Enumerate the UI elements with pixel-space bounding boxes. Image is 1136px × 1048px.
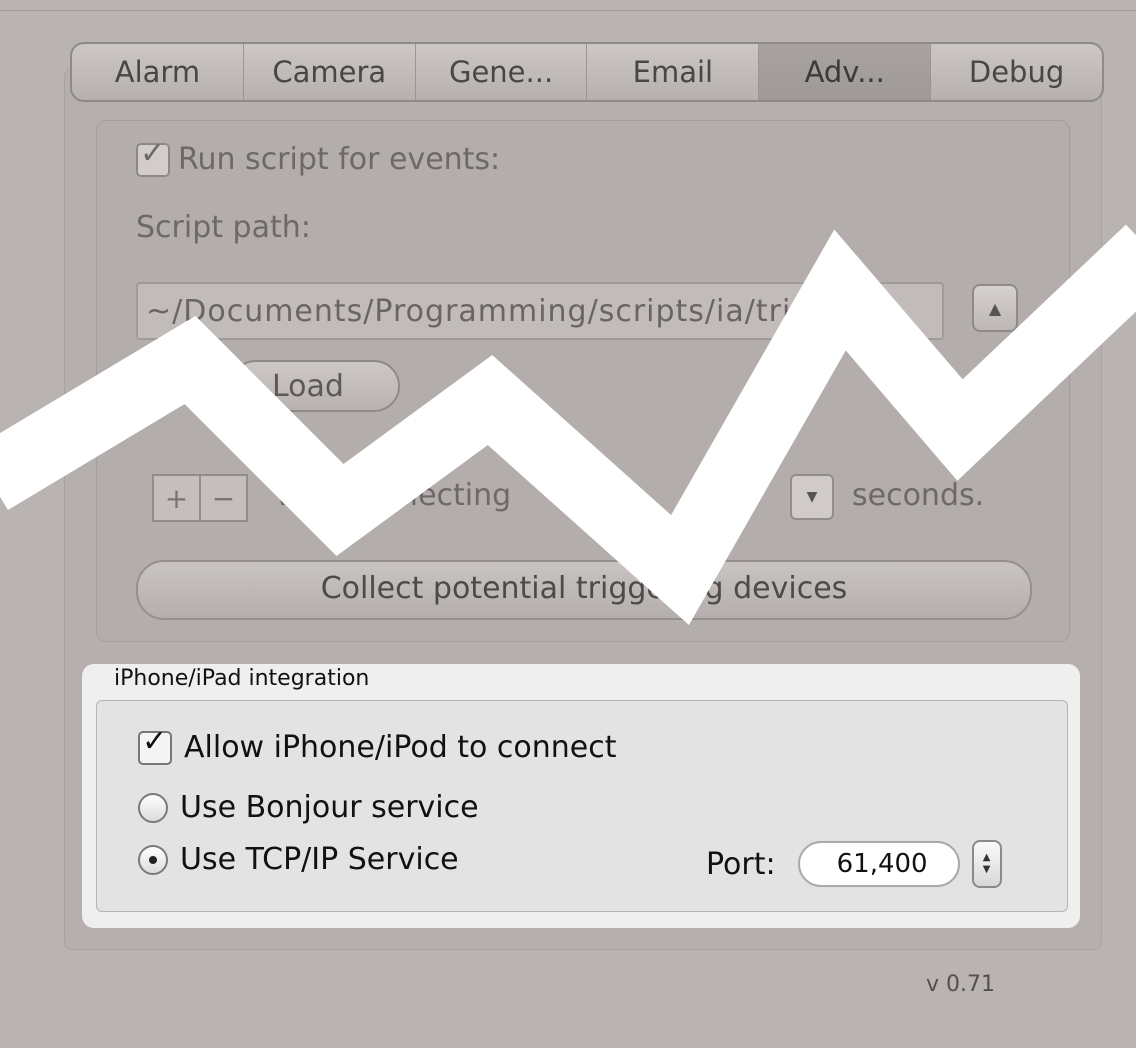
run-script-label: Run script for events: (178, 142, 501, 177)
tab-bar: Alarm Camera Gene... Email Adv... Debug (70, 42, 1104, 102)
group-title: iPhone/iPad integration (114, 666, 370, 691)
collect-label: when collecting (276, 478, 512, 513)
collect-devices-button[interactable]: Collect potential triggering devices (136, 560, 1032, 620)
port-stepper[interactable]: ▲ ▼ (971, 840, 1002, 888)
allow-connect-row[interactable]: ✓ Allow iPhone/iPod to connect (138, 726, 617, 765)
triangle-down-icon: ▼ (806, 489, 818, 505)
seconds-label: seconds. (852, 478, 985, 513)
script-path-field[interactable]: ~/Documents/Programming/scripts/ia/trig (136, 282, 944, 340)
bonjour-row[interactable]: Use Bonjour service (138, 790, 479, 825)
choose-path-button[interactable]: ▲ (972, 284, 1018, 332)
tab-camera[interactable]: Camera (244, 44, 416, 100)
tab-advanced[interactable]: Adv... (759, 44, 932, 100)
remove-device-button[interactable]: − (201, 476, 246, 520)
tab-debug[interactable]: Debug (931, 44, 1102, 100)
script-path-label: Script path: (136, 210, 311, 245)
tcp-radio[interactable] (138, 844, 168, 875)
triangle-up-icon: ▲ (988, 298, 1002, 318)
load-button[interactable]: Load (230, 360, 400, 412)
bonjour-radio[interactable] (138, 792, 168, 823)
stepper-down-icon: ▼ (982, 864, 991, 875)
collect-duration-dropdown[interactable]: ▼ (790, 474, 834, 520)
tab-email[interactable]: Email (587, 44, 760, 100)
port-label: Port: (706, 846, 776, 882)
bonjour-label: Use Bonjour service (180, 790, 479, 825)
add-remove-device-control: + − (152, 474, 248, 522)
version-label: v 0.71 (926, 972, 995, 997)
add-device-button[interactable]: + (154, 476, 201, 520)
tab-alarm[interactable]: Alarm (72, 44, 244, 100)
iphone-integration-group: iPhone/iPad integration ✓ Allow iPhone/i… (82, 664, 1080, 928)
allow-connect-checkbox[interactable]: ✓ (138, 726, 172, 765)
stepper-up-icon: ▲ (982, 852, 991, 863)
checkmark-icon: ✓ (140, 135, 166, 171)
tcp-label: Use TCP/IP Service (180, 842, 459, 877)
port-field[interactable]: 61,400 (797, 841, 960, 887)
run-script-checkbox[interactable]: ✓ (136, 138, 170, 177)
port-row: Port: 61,400 ▲ ▼ (706, 840, 1002, 888)
checkmark-icon: ✓ (142, 723, 168, 759)
run-script-row[interactable]: ✓ Run script for events: (136, 138, 501, 177)
allow-connect-label: Allow iPhone/iPod to connect (184, 730, 617, 765)
tcp-row[interactable]: Use TCP/IP Service (138, 842, 459, 877)
window-top-edge (0, 0, 1136, 11)
tab-general[interactable]: Gene... (416, 44, 588, 100)
